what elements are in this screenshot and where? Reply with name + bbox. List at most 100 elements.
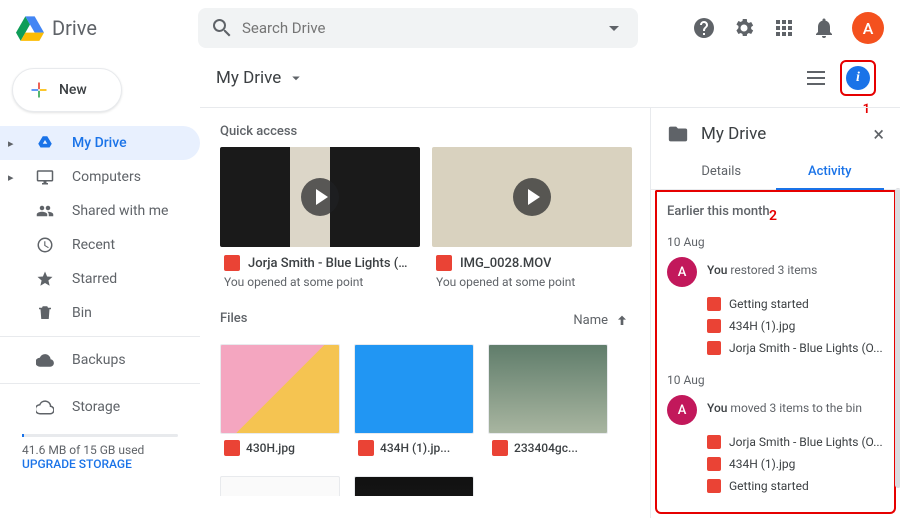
activity-file[interactable]: 434H (1).jpg bbox=[707, 453, 884, 475]
header-actions: A bbox=[692, 12, 884, 44]
activity-file[interactable]: Getting started bbox=[707, 475, 884, 497]
image-file-icon bbox=[358, 440, 374, 456]
files-area: Quick access Jorja Smith - Blue Lights (… bbox=[200, 108, 650, 518]
tab-activity[interactable]: Activity bbox=[776, 154, 885, 189]
sidebar-item-starred[interactable]: ▸ Starred bbox=[0, 262, 200, 296]
file-title: 430H.jpg bbox=[246, 441, 295, 455]
file-card[interactable]: 430H.jpg bbox=[220, 344, 340, 462]
sidebar-item-label: Starred bbox=[72, 271, 117, 287]
quick-access-label: Quick access bbox=[220, 124, 630, 139]
file-card[interactable]: 434H (1).jp... bbox=[354, 344, 474, 462]
dropdown-icon[interactable] bbox=[602, 16, 626, 40]
cloud-outline-icon bbox=[36, 398, 54, 416]
main: My Drive i 1 Quick access Jorja Smith - … bbox=[200, 56, 900, 518]
sidebar-item-label: Shared with me bbox=[72, 203, 168, 219]
activity-date: 10 Aug bbox=[667, 373, 884, 387]
video-file-icon bbox=[707, 341, 721, 355]
annotation-label-2: 2 bbox=[769, 208, 777, 224]
sidebar-item-shared[interactable]: ▸ Shared with me bbox=[0, 194, 200, 228]
image-thumbnail bbox=[354, 476, 474, 496]
file-title: 434H (1).jp... bbox=[380, 441, 450, 455]
activity-date: 10 Aug bbox=[667, 235, 884, 249]
sidebar: New ▸ My Drive ▸ Computers ▸ Shared with… bbox=[0, 56, 200, 518]
sidebar-item-label: Storage bbox=[72, 399, 120, 415]
monitor-icon bbox=[36, 168, 54, 186]
file-card[interactable]: 233404gc... bbox=[488, 344, 608, 462]
quick-access-card[interactable]: Jorja Smith - Blue Lights (Offici... You… bbox=[220, 147, 420, 289]
sidebar-item-bin[interactable]: ▸ Bin bbox=[0, 296, 200, 330]
sidebar-item-computers[interactable]: ▸ Computers bbox=[0, 160, 200, 194]
apps-icon[interactable] bbox=[772, 16, 796, 40]
sort-control[interactable]: Name bbox=[573, 313, 630, 329]
notifications-icon[interactable] bbox=[812, 16, 836, 40]
search-input[interactable] bbox=[242, 19, 594, 37]
scrollbar[interactable] bbox=[895, 188, 900, 488]
star-icon bbox=[36, 270, 54, 288]
tab-details[interactable]: Details bbox=[667, 154, 776, 189]
activity-file[interactable]: 434H (1).jpg bbox=[707, 315, 884, 337]
file-subtitle: You opened at some point bbox=[220, 275, 420, 289]
pdf-file-icon bbox=[707, 479, 721, 493]
quick-access-card[interactable]: IMG_0028.MOV You opened at some point bbox=[432, 147, 632, 289]
folder-icon bbox=[667, 123, 689, 145]
files-label: Files bbox=[220, 311, 247, 326]
divider bbox=[0, 336, 200, 337]
activity-file[interactable]: Getting started bbox=[707, 293, 884, 315]
pdf-file-icon bbox=[707, 297, 721, 311]
file-card[interactable] bbox=[220, 476, 340, 496]
activity-file[interactable]: Jorja Smith - Blue Lights (O... bbox=[707, 431, 884, 453]
video-file-icon bbox=[224, 255, 240, 271]
user-avatar: A bbox=[667, 395, 697, 425]
people-icon bbox=[36, 202, 54, 220]
sidebar-item-my-drive[interactable]: ▸ My Drive bbox=[0, 126, 200, 160]
main-toolbar: My Drive i bbox=[200, 56, 900, 100]
plus-icon bbox=[29, 80, 49, 100]
cloud-icon bbox=[36, 351, 54, 369]
image-thumbnail bbox=[220, 476, 340, 496]
activity-event: A You moved 3 items to the bin bbox=[667, 395, 884, 425]
activity-list: Earlier this month 10 Aug A You restored… bbox=[655, 192, 896, 514]
file-title: 233404gc... bbox=[514, 441, 578, 455]
logo[interactable]: Drive bbox=[16, 14, 186, 42]
play-icon bbox=[513, 178, 551, 216]
annotation-box-1: i bbox=[840, 60, 876, 96]
arrow-up-icon bbox=[614, 313, 630, 329]
sidebar-item-recent[interactable]: ▸ Recent bbox=[0, 228, 200, 262]
image-thumbnail bbox=[354, 344, 474, 434]
image-thumbnail bbox=[220, 344, 340, 434]
breadcrumb[interactable]: My Drive bbox=[216, 68, 305, 88]
sort-label: Name bbox=[573, 313, 608, 328]
file-title: Jorja Smith - Blue Lights (Offici... bbox=[248, 256, 416, 271]
new-button[interactable]: New bbox=[12, 68, 122, 112]
upgrade-storage-link[interactable]: UPGRADE STORAGE bbox=[22, 457, 132, 471]
sidebar-item-backups[interactable]: ▸ Backups bbox=[0, 343, 200, 377]
image-thumbnail bbox=[488, 344, 608, 434]
file-card[interactable] bbox=[354, 476, 474, 496]
help-icon[interactable] bbox=[692, 16, 716, 40]
clock-icon bbox=[36, 236, 54, 254]
account-avatar[interactable]: A bbox=[852, 12, 884, 44]
chevron-right-icon: ▸ bbox=[8, 171, 18, 184]
storage-meter: 41.6 MB of 15 GB used UPGRADE STORAGE bbox=[0, 424, 200, 475]
list-view-icon[interactable] bbox=[804, 66, 828, 90]
drive-logo-icon bbox=[16, 14, 44, 42]
storage-used-text: 41.6 MB of 15 GB used bbox=[22, 443, 178, 457]
close-icon[interactable]: × bbox=[873, 122, 884, 146]
gear-icon[interactable] bbox=[732, 16, 756, 40]
activity-event: A You restored 3 items bbox=[667, 257, 884, 287]
image-file-icon bbox=[707, 457, 721, 471]
activity-text: You restored 3 items bbox=[707, 257, 817, 287]
sidebar-item-label: Bin bbox=[72, 305, 92, 321]
info-button[interactable]: i bbox=[846, 66, 870, 90]
image-file-icon bbox=[492, 440, 508, 456]
file-title: IMG_0028.MOV bbox=[460, 256, 551, 271]
new-button-label: New bbox=[59, 82, 87, 98]
search-bar[interactable] bbox=[198, 8, 638, 48]
sidebar-item-label: My Drive bbox=[72, 135, 127, 151]
app-header: Drive A bbox=[0, 0, 900, 56]
activity-file[interactable]: Jorja Smith - Blue Lights (O... bbox=[707, 337, 884, 359]
sidebar-item-storage[interactable]: ▸ Storage bbox=[0, 390, 200, 424]
divider bbox=[0, 383, 200, 384]
sidebar-item-label: Recent bbox=[72, 237, 115, 253]
video-file-icon bbox=[436, 255, 452, 271]
